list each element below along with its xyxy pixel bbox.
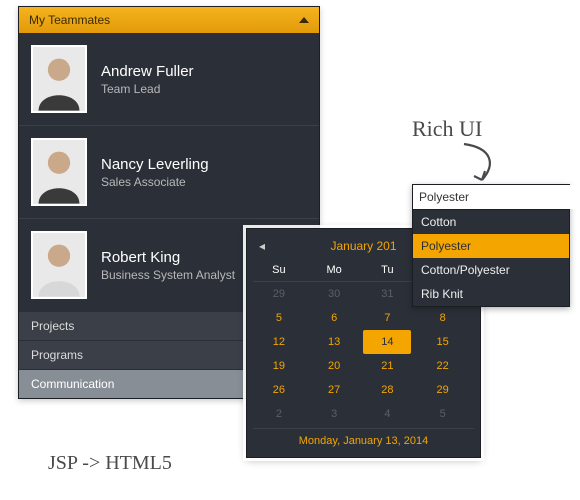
arrow-icon <box>454 140 504 188</box>
calendar-day[interactable]: 12 <box>253 330 305 354</box>
combobox-option[interactable]: Rib Knit <box>413 282 569 306</box>
calendar-prev-button[interactable]: ◂ <box>257 239 267 253</box>
calendar-footer[interactable]: Monday, January 13, 2014 <box>253 428 474 449</box>
material-dropdown-list: CottonPolyesterCotton/PolyesterRib Knit <box>412 210 570 307</box>
teammate-name: Andrew Fuller <box>101 63 194 80</box>
avatar <box>31 138 87 206</box>
teammate-name: Nancy Leverling <box>101 156 209 173</box>
calendar-day[interactable]: 27 <box>305 378 364 402</box>
calendar-day[interactable]: 2 <box>253 402 305 426</box>
calendar-month-label[interactable]: January 201 <box>330 239 396 253</box>
teammate-role: Business System Analyst <box>101 268 235 282</box>
calendar-day[interactable]: 21 <box>363 354 411 378</box>
avatar <box>31 45 87 113</box>
teammate-row[interactable]: Andrew Fuller Team Lead <box>19 33 319 125</box>
calendar-day[interactable]: 5 <box>253 306 305 330</box>
material-combobox: CottonPolyesterCotton/PolyesterRib Knit <box>412 184 570 307</box>
calendar-day[interactable]: 22 <box>411 354 474 378</box>
calendar-day[interactable]: 28 <box>363 378 411 402</box>
teammates-header-label: My Teammates <box>29 13 110 27</box>
calendar-dow: Tu <box>363 259 411 282</box>
calendar-day[interactable]: 30 <box>305 282 364 307</box>
calendar-day[interactable]: 3 <box>305 402 364 426</box>
annotation-rich-ui: Rich UI <box>412 116 482 142</box>
teammates-header[interactable]: My Teammates <box>19 7 319 33</box>
calendar-day[interactable]: 26 <box>253 378 305 402</box>
calendar-dow: Mo <box>305 259 364 282</box>
calendar-day[interactable]: 20 <box>305 354 364 378</box>
calendar-day[interactable]: 8 <box>411 306 474 330</box>
calendar-day[interactable]: 7 <box>363 306 411 330</box>
calendar-day[interactable]: 14 <box>363 330 411 354</box>
annotation-jsp-html5: JSP -> HTML5 <box>48 452 172 475</box>
calendar-day[interactable]: 4 <box>363 402 411 426</box>
teammate-name: Robert King <box>101 249 235 266</box>
teammate-role: Sales Associate <box>101 175 209 189</box>
calendar-day[interactable]: 6 <box>305 306 364 330</box>
combobox-option[interactable]: Polyester <box>413 234 569 258</box>
combobox-option[interactable]: Cotton <box>413 210 569 234</box>
calendar-day[interactable]: 31 <box>363 282 411 307</box>
teammate-role: Team Lead <box>101 82 194 96</box>
calendar-day[interactable]: 5 <box>411 402 474 426</box>
material-input[interactable] <box>413 185 580 209</box>
collapse-icon <box>299 17 309 23</box>
avatar <box>31 231 87 299</box>
calendar-day[interactable]: 19 <box>253 354 305 378</box>
calendar-day[interactable]: 29 <box>411 378 474 402</box>
calendar-dow: Su <box>253 259 305 282</box>
teammate-row[interactable]: Nancy Leverling Sales Associate <box>19 125 319 218</box>
calendar-day[interactable]: 15 <box>411 330 474 354</box>
calendar-day[interactable]: 13 <box>305 330 364 354</box>
calendar-day[interactable]: 29 <box>253 282 305 307</box>
combobox-option[interactable]: Cotton/Polyester <box>413 258 569 282</box>
